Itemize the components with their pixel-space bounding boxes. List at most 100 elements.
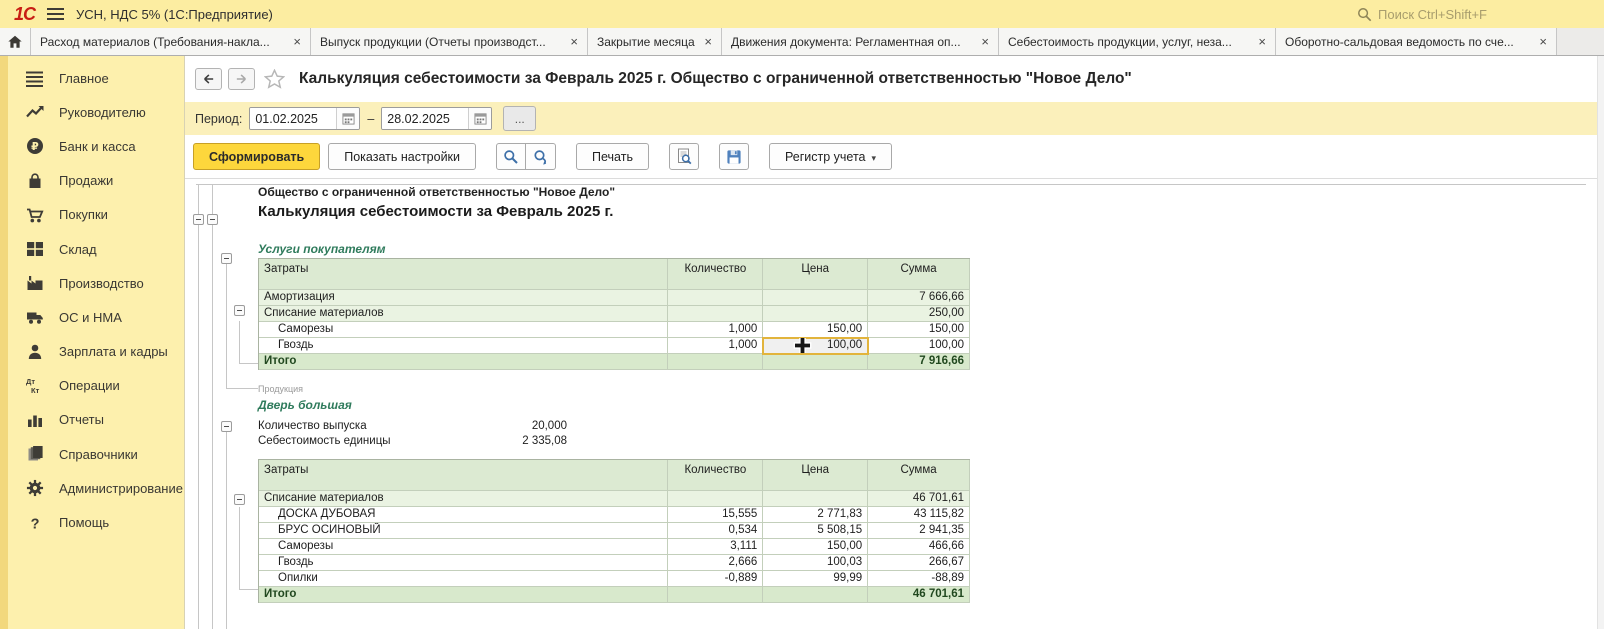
collapse-group-button[interactable] (234, 305, 245, 316)
value-cell[interactable]: 43 115,82 (868, 507, 970, 523)
value-cell[interactable] (668, 491, 763, 507)
value-cell[interactable]: 266,67 (868, 555, 970, 571)
row-label-cell[interactable]: Саморезы (259, 539, 668, 555)
period-from-input[interactable] (250, 108, 336, 129)
value-cell[interactable]: 100,00 (763, 338, 868, 354)
value-cell[interactable]: 250,00 (868, 306, 970, 322)
period-more-button[interactable]: ... (503, 106, 536, 131)
value-cell[interactable]: -0,889 (668, 571, 763, 587)
tab-month-close[interactable]: Закрытие месяца× (588, 28, 722, 55)
close-icon[interactable]: × (704, 35, 712, 48)
value-cell[interactable] (763, 491, 868, 507)
value-cell[interactable]: 150,00 (763, 322, 868, 338)
sidebar-item-administration[interactable]: Администрирование (0, 471, 184, 505)
period-to-input[interactable] (382, 108, 468, 129)
column-header[interactable]: Затраты (259, 259, 668, 290)
close-icon[interactable]: × (293, 35, 301, 48)
row-label-cell[interactable]: БРУС ОСИНОВЫЙ (259, 523, 668, 539)
sidebar-item-reports[interactable]: Отчеты (0, 403, 184, 437)
value-cell[interactable]: 466,66 (868, 539, 970, 555)
value-cell[interactable]: 150,00 (868, 322, 970, 338)
save-button[interactable] (719, 143, 749, 170)
value-cell[interactable]: 100,03 (763, 555, 868, 571)
value-cell[interactable] (668, 587, 763, 603)
value-cell[interactable]: 7 666,66 (868, 290, 970, 306)
value-cell[interactable] (763, 354, 868, 370)
value-cell[interactable]: 150,00 (763, 539, 868, 555)
sidebar-item-salary-hr[interactable]: Зарплата и кадры (0, 335, 184, 369)
close-icon[interactable]: × (981, 35, 989, 48)
value-cell[interactable]: 3,111 (668, 539, 763, 555)
sidebar-item-bank-cash[interactable]: ₽Банк и касса (0, 129, 184, 163)
calendar-button[interactable] (468, 108, 491, 129)
value-cell[interactable]: 0,534 (668, 523, 763, 539)
main-menu-icon[interactable] (47, 8, 64, 20)
row-label-cell[interactable]: Опилки (259, 571, 668, 587)
value-cell[interactable]: 5 508,15 (763, 523, 868, 539)
info-value[interactable]: 20,000 (473, 419, 567, 434)
column-header[interactable]: Затраты (259, 460, 668, 491)
search-input[interactable] (1378, 7, 1568, 22)
column-header[interactable]: Цена (763, 460, 868, 491)
tab-material-expense[interactable]: Расход материалов (Требования-накла...× (31, 28, 311, 55)
column-header[interactable]: Количество (668, 259, 763, 290)
tab-document-movements[interactable]: Движения документа: Регламентная оп...× (722, 28, 999, 55)
value-cell[interactable] (763, 306, 868, 322)
info-value[interactable]: 2 335,08 (473, 434, 567, 449)
sidebar-item-operations[interactable]: ДтКтОперации (0, 369, 184, 403)
value-cell[interactable]: 99,99 (763, 571, 868, 587)
sidebar-item-purchases[interactable]: Покупки (0, 198, 184, 232)
print-button[interactable]: Печать (576, 143, 649, 170)
value-cell[interactable]: -88,89 (868, 571, 970, 587)
sidebar-item-manager[interactable]: Руководителю (0, 95, 184, 129)
column-header[interactable]: Сумма (868, 460, 970, 491)
value-cell[interactable] (668, 306, 763, 322)
show-settings-button[interactable]: Показать настройки (328, 143, 476, 170)
sidebar-item-fixed-assets[interactable]: ОС и НМА (0, 300, 184, 334)
vertical-scrollbar[interactable] (1597, 56, 1604, 629)
value-cell[interactable] (763, 587, 868, 603)
section-label-product[interactable]: Дверь большая (258, 397, 972, 413)
value-cell[interactable]: 15,555 (668, 507, 763, 523)
value-cell[interactable]: 7 916,66 (868, 354, 970, 370)
collapse-group-button[interactable] (207, 214, 218, 225)
global-search[interactable] (1357, 7, 1592, 22)
row-label-cell[interactable]: Итого (259, 587, 668, 603)
collapse-group-button[interactable] (234, 494, 245, 505)
collapse-group-button[interactable] (193, 214, 204, 225)
sidebar-item-production[interactable]: Производство (0, 266, 184, 300)
row-label-cell[interactable]: Гвоздь (259, 555, 668, 571)
column-header[interactable]: Сумма (868, 259, 970, 290)
favorite-button[interactable] (261, 69, 287, 89)
back-button[interactable] (195, 68, 222, 90)
sidebar-item-main[interactable]: Главное (0, 61, 184, 95)
value-cell[interactable] (668, 354, 763, 370)
close-icon[interactable]: × (570, 35, 578, 48)
column-header[interactable]: Количество (668, 460, 763, 491)
value-cell[interactable]: 2 941,35 (868, 523, 970, 539)
row-label-cell[interactable]: Гвоздь (259, 338, 668, 354)
print-preview-button[interactable] (669, 143, 699, 170)
value-cell[interactable]: 46 701,61 (868, 491, 970, 507)
row-label-cell[interactable]: Саморезы (259, 322, 668, 338)
generate-button[interactable]: Сформировать (193, 143, 320, 170)
find-next-button[interactable] (526, 143, 556, 170)
tab-production-output[interactable]: Выпуск продукции (Отчеты производст...× (311, 28, 588, 55)
calendar-button[interactable] (336, 108, 359, 129)
column-header[interactable]: Цена (763, 259, 868, 290)
value-cell[interactable]: 1,000 (668, 322, 763, 338)
collapse-group-button[interactable] (221, 253, 232, 264)
sidebar-item-directories[interactable]: Справочники (0, 437, 184, 471)
collapse-group-button[interactable] (221, 421, 232, 432)
register-menu-button[interactable]: Регистр учета▾ (769, 143, 892, 170)
tab-balance-sheet[interactable]: Оборотно-сальдовая ведомость по сче...× (1276, 28, 1557, 55)
row-label-cell[interactable]: Итого (259, 354, 668, 370)
find-button[interactable] (496, 143, 526, 170)
forward-button[interactable] (228, 68, 255, 90)
value-cell[interactable]: 2 771,83 (763, 507, 868, 523)
value-cell[interactable] (763, 290, 868, 306)
sidebar-item-help[interactable]: ?Помощь (0, 505, 184, 539)
row-label-cell[interactable]: Списание материалов (259, 306, 668, 322)
row-label-cell[interactable]: Списание материалов (259, 491, 668, 507)
tab-cost-price[interactable]: Себестоимость продукции, услуг, неза...× (999, 28, 1276, 55)
